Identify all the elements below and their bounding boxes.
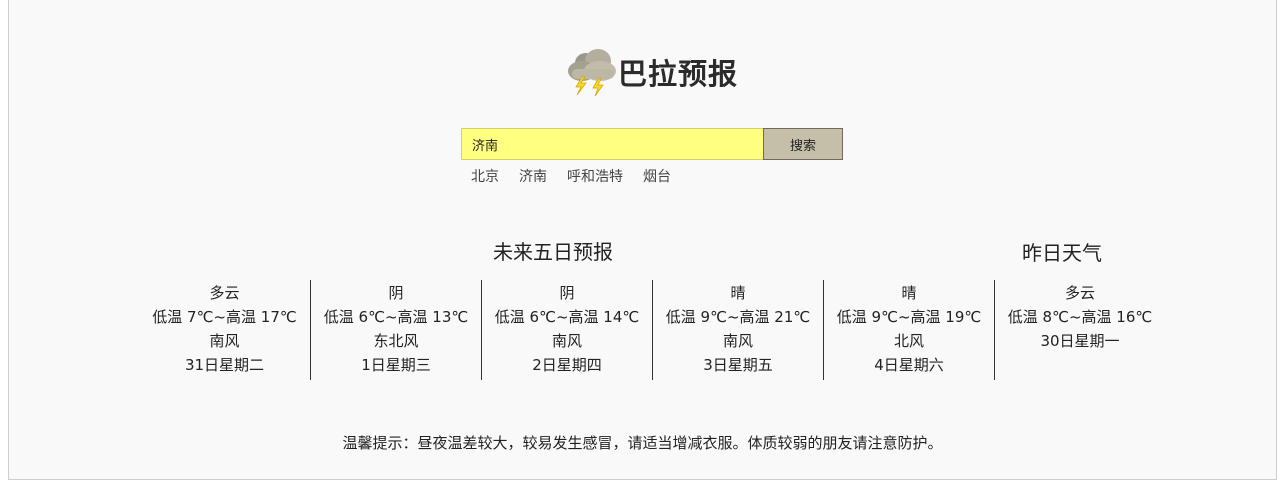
- weather-condition: 晴: [730, 284, 746, 302]
- weather-condition: 多云: [1064, 284, 1095, 302]
- forecast-day-card: 阴 低温 6℃~高温 14℃ 南风 2日星期四: [481, 280, 652, 380]
- quick-city-link[interactable]: 济南: [519, 166, 547, 186]
- forecast-date: 3日星期五: [703, 356, 773, 374]
- forecast-date: 31日星期二: [184, 356, 265, 374]
- weather-condition: 多云: [209, 284, 240, 302]
- wind-direction: 东北风: [373, 332, 419, 350]
- yesterday-heading: 昨日天气: [1022, 241, 1102, 265]
- wind-direction: 南风: [209, 332, 240, 350]
- forecast-day-card: 晴 低温 9℃~高温 21℃ 南风 3日星期五: [652, 280, 823, 380]
- forecast-date: 30日星期一: [1040, 332, 1120, 350]
- forecast-day-card: 阴 低温 6℃~高温 13℃ 东北风 1日星期三: [310, 280, 481, 380]
- quick-city-link[interactable]: 烟台: [643, 166, 671, 186]
- temperature-range: 低温 9℃~高温 19℃: [836, 308, 982, 326]
- thunderstorm-cloud-icon: [564, 43, 620, 101]
- forecast-date: 2日星期四: [532, 356, 602, 374]
- quick-city-link[interactable]: 北京: [471, 166, 499, 186]
- weather-condition: 阴: [388, 284, 404, 302]
- quick-city-link[interactable]: 呼和浩特: [567, 166, 623, 186]
- health-tip: 温馨提示：昼夜温差较大，较易发生感冒，请适当增减衣服。体质较弱的朋友请注意防护。: [342, 434, 943, 452]
- weather-condition: 阴: [559, 284, 575, 302]
- forecast-day-card: 多云 低温 7℃~高温 17℃ 南风 31日星期二: [139, 280, 310, 380]
- app-title: 巴拉预报: [618, 57, 739, 91]
- temperature-range: 低温 6℃~高温 14℃: [494, 308, 640, 326]
- wind-direction: 南风: [722, 332, 753, 350]
- wind-direction: 北风: [893, 332, 924, 350]
- quick-city-links: 北京 济南 呼和浩特 烟台: [471, 166, 671, 186]
- temperature-range: 低温 6℃~高温 13℃: [323, 308, 469, 326]
- temperature-range: 低温 7℃~高温 17℃: [152, 308, 297, 326]
- forecast-heading: 未来五日预报: [493, 240, 613, 264]
- forecast-days: 多云 低温 7℃~高温 17℃ 南风 31日星期二 阴 低温 6℃~高温 13℃…: [139, 280, 1165, 380]
- weather-condition: 晴: [901, 284, 917, 302]
- city-search-input[interactable]: [461, 128, 763, 160]
- search-bar: 搜索: [461, 128, 843, 160]
- wind-direction: 南风: [551, 332, 582, 350]
- page: 巴拉预报 搜索 北京 济南 呼和浩特 烟台 未来五日预报 昨日天气 多云 低温 …: [8, 0, 1277, 480]
- temperature-range: 低温 9℃~高温 21℃: [665, 308, 811, 326]
- temperature-range: 低温 8℃~高温 16℃: [1007, 308, 1153, 326]
- forecast-date: 4日星期六: [874, 356, 944, 374]
- yesterday-card: 多云 低温 8℃~高温 16℃ 30日星期一: [994, 280, 1165, 380]
- logo: 巴拉预报: [564, 44, 738, 100]
- forecast-date: 1日星期三: [361, 356, 431, 374]
- forecast-day-card: 晴 低温 9℃~高温 19℃ 北风 4日星期六: [823, 280, 994, 380]
- search-button[interactable]: 搜索: [763, 128, 843, 160]
